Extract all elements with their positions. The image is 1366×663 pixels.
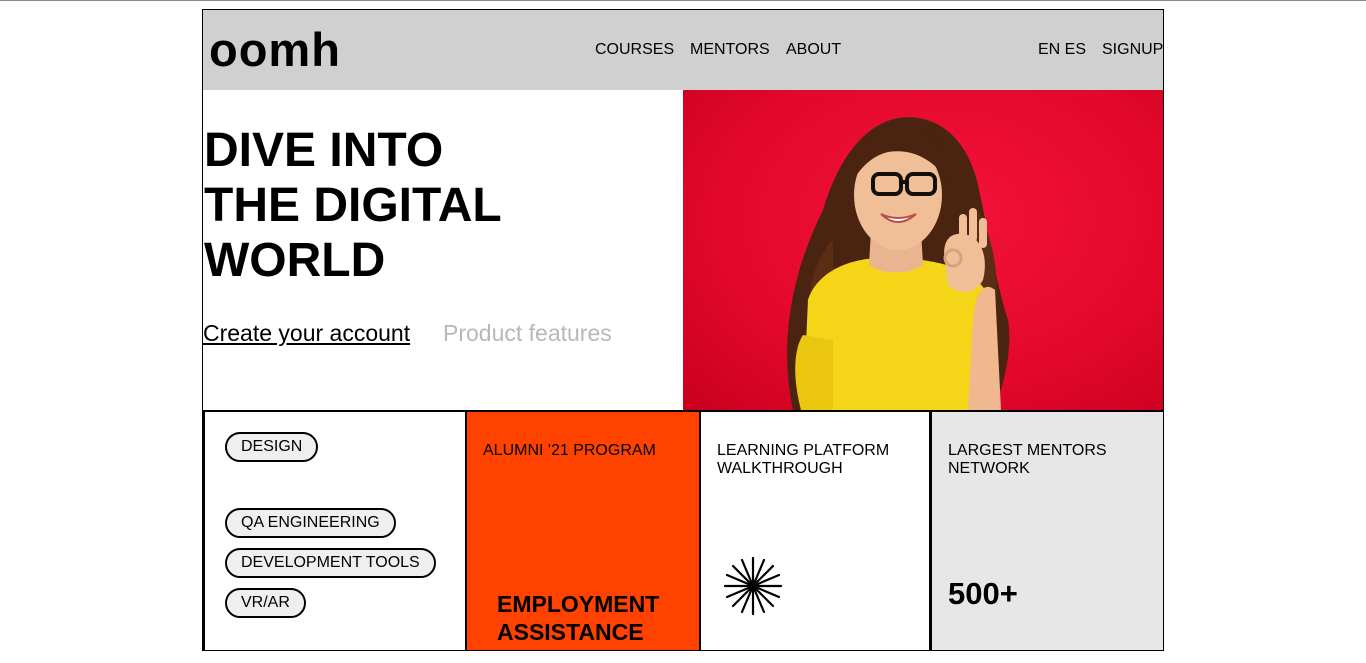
walkthrough-title: LEARNING PLATFORM WALKTHROUGH xyxy=(717,442,890,477)
mentors-title: LARGEST MENTORS NETWORK xyxy=(948,442,1107,477)
tag-vr-ar[interactable]: VR/AR xyxy=(225,588,306,618)
product-features-link[interactable]: Product features xyxy=(443,320,612,347)
mentor-count: 500+ xyxy=(948,576,1018,611)
nav-about[interactable]: ABOUT xyxy=(786,40,841,60)
starburst-icon xyxy=(723,556,783,616)
headline-line-3: WORLD xyxy=(204,234,386,287)
tag-qa-engineering[interactable]: QA ENGINEERING xyxy=(225,508,396,538)
hero-headline: DIVE INTO THE DIGITAL WORLD xyxy=(204,123,502,288)
headline-line-2: THE DIGITAL xyxy=(204,179,502,232)
alumni-program-card[interactable]: ALUMNI '21 PROGRAM EMPLOYMENT ASSISTANCE xyxy=(467,410,699,650)
course-tags-card: DESIGN QA ENGINEERING DEVELOPMENT TOOLS … xyxy=(203,410,467,650)
page-frame: oomh COURSES MENTORS ABOUT EN ES SIGNUP … xyxy=(202,9,1164,651)
alumni-title: ALUMNI '21 PROGRAM xyxy=(483,442,656,459)
site-logo[interactable]: oomh xyxy=(209,24,341,76)
employment-assistance-heading: EMPLOYMENT ASSISTANCE xyxy=(497,591,660,645)
hero-image xyxy=(683,90,1163,410)
platform-walkthrough-card[interactable]: LEARNING PLATFORM WALKTHROUGH xyxy=(699,410,931,650)
mentors-network-card[interactable]: LARGEST MENTORS NETWORK 500+ xyxy=(931,410,1163,650)
create-account-link[interactable]: Create your account xyxy=(203,320,410,347)
browser-top-line xyxy=(0,0,1366,1)
woman-with-glasses-illustration xyxy=(787,117,1010,410)
tag-development-tools[interactable]: DEVELOPMENT TOOLS xyxy=(225,548,436,578)
site-header: oomh COURSES MENTORS ABOUT EN ES SIGNUP xyxy=(203,10,1163,90)
signup-link[interactable]: SIGNUP xyxy=(1102,40,1163,60)
hero-text-panel: DIVE INTO THE DIGITAL WORLD Create your … xyxy=(203,90,683,410)
language-switch[interactable]: EN ES xyxy=(1038,40,1086,60)
nav-mentors[interactable]: MENTORS xyxy=(690,40,770,60)
tag-design[interactable]: DESIGN xyxy=(225,432,319,462)
nav-courses[interactable]: COURSES xyxy=(595,40,674,60)
headline-line-1: DIVE INTO xyxy=(204,124,444,177)
